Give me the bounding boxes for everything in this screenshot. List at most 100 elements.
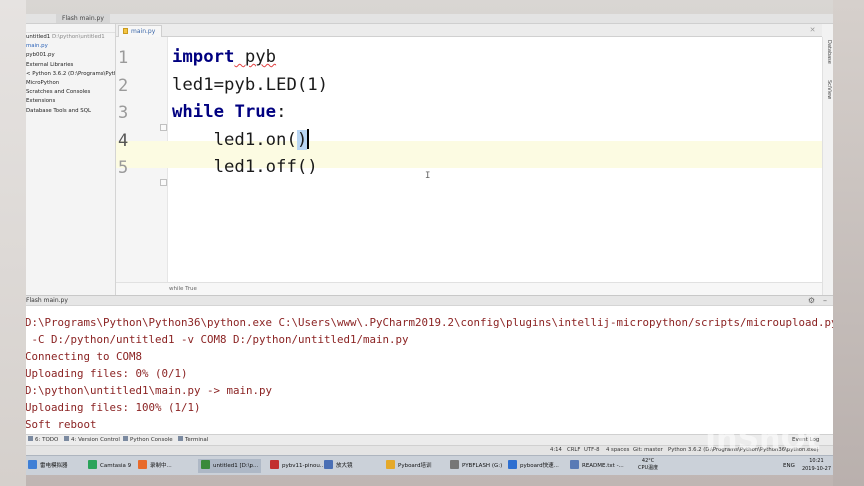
vcs-icon	[64, 436, 69, 441]
app-icon	[138, 460, 147, 469]
line-number: 2	[118, 76, 129, 96]
taskbar-app[interactable]: Pyboard培训	[386, 459, 431, 473]
taskbar-app-label: pybv11-pinou...	[282, 463, 326, 469]
tree-item[interactable]: MicroPython	[26, 79, 115, 88]
tree-item-label: < Python 3.6.2 (D:\Programs\Python\P	[26, 70, 115, 77]
tab-version-control[interactable]: 4: Version Control	[64, 435, 120, 445]
console-line: Connecting to COM8	[26, 350, 143, 363]
editor-scrollbar[interactable]	[822, 37, 833, 295]
tree-item-path: D:\python\untitled1	[51, 34, 105, 40]
console-line: Soft reboot	[26, 418, 97, 431]
cpu-temperature: 42°C CPU温度	[638, 458, 658, 472]
code-line-2: led1=pyb.LED(1)	[172, 71, 328, 99]
tab-todo[interactable]: 6: TODO	[28, 435, 58, 445]
inshot-watermark: InShOt	[705, 422, 821, 457]
line-number: 4	[118, 131, 129, 151]
input-language[interactable]: ENG	[783, 459, 795, 473]
app-icon	[324, 460, 333, 469]
taskbar-app-label: 录制中...	[150, 463, 172, 469]
project-panel: untitled1 D:\python\untitled1 main.py pyb0…	[26, 24, 116, 295]
close-icon[interactable]: ✕	[809, 27, 816, 34]
cursor-position[interactable]: 4:14	[550, 446, 562, 455]
code-editor[interactable]: 1 2 3 4 5 import pyb led1=pyb.LED(1) whi…	[116, 37, 822, 295]
taskbar-app[interactable]: pybv11-pinou...	[270, 459, 325, 473]
tree-item-label: main.py	[26, 43, 48, 50]
taskbar-app-label: PYBFLASH (G:)	[462, 463, 503, 469]
app-icon	[88, 460, 97, 469]
tree-item-label: Extensions	[26, 98, 56, 105]
taskbar-app[interactable]: README.txt -...	[570, 459, 624, 473]
indent-setting[interactable]: 4 spaces	[606, 446, 629, 455]
tree-item[interactable]: < Python 3.6.2 (D:\Programs\Python\P	[26, 70, 115, 79]
fold-icon[interactable]	[160, 124, 167, 131]
taskbar-app[interactable]: 放大镜	[324, 459, 353, 473]
taskbar-app[interactable]: PYBFLASH (G:)	[450, 459, 502, 473]
code-text: :	[276, 102, 287, 122]
tab-label: main.py	[131, 28, 156, 35]
app-icon	[270, 460, 279, 469]
tree-item-label: Scratches and Consoles	[26, 89, 91, 96]
app-icon	[450, 460, 459, 469]
app-icon	[570, 460, 579, 469]
clock-time: 10:21	[809, 458, 824, 464]
todo-icon	[28, 436, 33, 441]
tree-item[interactable]: External Libraries	[26, 61, 115, 70]
sciview-tool-tab[interactable]: SciView	[824, 80, 832, 99]
tab-terminal[interactable]: Terminal	[178, 435, 208, 445]
tab-label: Terminal	[185, 437, 209, 443]
tree-item-label: Database Tools and SQL	[26, 107, 91, 114]
text-caret	[307, 129, 309, 149]
gear-icon[interactable]: ⚙	[808, 296, 815, 306]
code-text: led1.on(	[172, 130, 297, 150]
project-tree: untitled1 D:\python\untitled1 main.py pyb0…	[26, 33, 115, 116]
fold-icon[interactable]	[160, 179, 167, 186]
taskbar-app-label: 放大镜	[336, 463, 353, 469]
taskbar-app[interactable]: 雷电模拟器	[28, 459, 68, 473]
python-console-icon	[123, 436, 128, 441]
database-tool-tab[interactable]: Database	[824, 40, 832, 64]
tree-item[interactable]: untitled1 D:\python\untitled1	[26, 33, 115, 42]
background-right	[833, 0, 864, 486]
run-config-tab[interactable]: Flash main.py	[56, 14, 110, 23]
run-console[interactable]: D:\Programs\Python\Python36\python.exe C…	[26, 306, 833, 434]
tree-item-label: pyb001.py	[26, 52, 55, 59]
taskbar-app[interactable]: untitled1 [D:\p...	[198, 459, 262, 473]
editor-tab-bar: main.py ✕	[116, 24, 822, 37]
tree-item[interactable]: Extensions	[26, 97, 115, 106]
title-bar: Flash main.py	[26, 14, 833, 24]
line-number: 5	[118, 158, 129, 178]
taskbar-app[interactable]: 录制中...	[138, 459, 172, 473]
clock[interactable]: 10:21 2019-10-27	[802, 457, 831, 473]
tab-label: 4: Version Control	[71, 437, 120, 443]
breadcrumb[interactable]: while True	[116, 282, 822, 295]
console-line: -C D:/python/untitled1 -v COM8 D:/python…	[26, 333, 409, 346]
keyword-import: import	[172, 47, 235, 67]
app-icon	[28, 460, 37, 469]
tree-item-label: untitled1	[26, 34, 51, 40]
tree-item[interactable]: Database Tools and SQL	[26, 107, 115, 116]
run-panel-title[interactable]: Flash main.py	[26, 297, 68, 304]
file-encoding[interactable]: UTF-8	[584, 446, 599, 455]
tree-item[interactable]: Scratches and Consoles	[26, 88, 115, 97]
tab-main-py[interactable]: main.py	[118, 25, 163, 37]
code-text: pyb	[234, 47, 277, 67]
console-line: Uploading files: 100% (1/1)	[26, 401, 201, 414]
pycharm-window: Flash main.py untitled1 D:\python\untitl…	[26, 14, 833, 455]
tree-item[interactable]: main.py	[26, 42, 115, 51]
line-separator[interactable]: CRLF	[567, 446, 580, 455]
keyword-while: while	[172, 102, 225, 122]
tab-label: 6: TODO	[35, 437, 59, 443]
code-text: led1=pyb.LED(1)	[172, 75, 329, 95]
clock-date: 2019-10-27	[801, 466, 831, 472]
console-line: D:\python\untitled1\main.py -> main.py	[26, 384, 273, 397]
taskbar-app[interactable]: Camtasia 9	[88, 459, 131, 473]
console-line: D:\Programs\Python\Python36\python.exe C…	[26, 316, 833, 329]
tab-label: Python Console	[130, 437, 173, 443]
background-left	[0, 0, 26, 486]
tab-python-console[interactable]: Python Console	[123, 435, 173, 445]
taskbar-app[interactable]: pyboard快速...	[508, 459, 559, 473]
minimize-icon[interactable]: –	[823, 296, 827, 306]
code-text: led1.off()	[172, 157, 318, 177]
git-branch[interactable]: Git: master	[633, 446, 663, 455]
tree-item[interactable]: pyb001.py	[26, 51, 115, 60]
